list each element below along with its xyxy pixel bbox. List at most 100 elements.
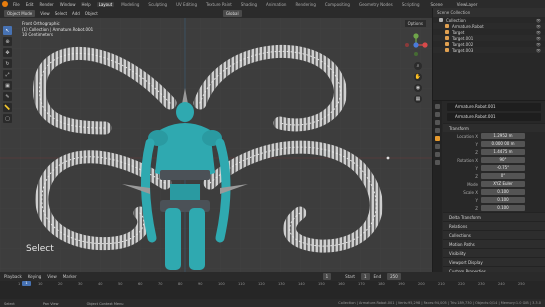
menu-view[interactable]: View (40, 11, 50, 16)
tool-tab-icon[interactable] (435, 104, 440, 109)
camera-icon[interactable]: ◉ (414, 84, 422, 92)
menu-playback[interactable]: Playback (4, 274, 22, 279)
empty-icon (445, 36, 449, 40)
empty-icon (445, 30, 449, 34)
object-name-field[interactable]: Armature.Robot.001 (447, 103, 541, 111)
mode-dropdown[interactable]: Object Mode (4, 9, 36, 17)
options-button[interactable]: Options (404, 20, 426, 27)
data-tab-icon[interactable] (435, 152, 440, 157)
menu-select[interactable]: Select (55, 11, 67, 16)
data-name-field[interactable]: Armature.Robot.001 (447, 113, 541, 121)
add-cube-tool-icon[interactable]: ▢ (3, 114, 12, 123)
visibility-icon[interactable]: 👁 (536, 48, 541, 53)
3d-viewport[interactable]: Object Mode View Select Add Object Globa… (0, 8, 432, 272)
tab-texture-paint[interactable]: Texture Paint (204, 2, 234, 7)
tab-shading[interactable]: Shading (239, 2, 259, 7)
location-y-field[interactable]: 0.000 00 m (481, 141, 525, 147)
orientation-dropdown[interactable]: Global (222, 9, 242, 17)
timeline-tick: 80 (178, 282, 183, 286)
timeline-ruler[interactable]: 1 10 20 30 40 50 60 70 80 90 100 110 120 130 140 150 160… (0, 281, 545, 299)
rotation-y-field[interactable]: -0.75° (481, 165, 525, 171)
status-select: Select (4, 301, 15, 306)
tab-sculpting[interactable]: Sculpting (146, 2, 169, 7)
visibility-icon[interactable]: 👁 (536, 30, 541, 35)
move-tool-icon[interactable]: ✥ (3, 48, 12, 57)
tool-bar: ↖ ⊕ ✥ ↻ ⤢ ▣ ✎ 📏 ▢ (3, 26, 13, 123)
menu-file[interactable]: File (13, 2, 20, 7)
timeline-header: Playback Keying View Marker 1 Start 1 En… (0, 272, 545, 280)
rotation-x-field[interactable]: 90° (481, 157, 525, 163)
scene-tab-icon[interactable] (435, 128, 440, 133)
current-frame-field[interactable]: 1 (322, 272, 332, 280)
scale-tool-icon[interactable]: ⤢ (3, 70, 12, 79)
viewport-scene[interactable] (0, 8, 432, 272)
menu-add[interactable]: Add (72, 11, 80, 16)
menu-window[interactable]: Window (60, 2, 76, 7)
location-z-field[interactable]: 1.4475 m (481, 149, 525, 155)
timeline-panel: Playback Keying View Marker 1 Start 1 En… (0, 272, 545, 300)
timeline-tick: 190 (398, 282, 405, 286)
rotation-mode-dropdown[interactable]: XYZ Euler (481, 181, 525, 187)
section-motion-paths[interactable]: Motion Paths (443, 239, 545, 248)
tab-animation[interactable]: Animation (264, 2, 288, 7)
visibility-icon[interactable]: 👁 (536, 42, 541, 47)
section-relations[interactable]: Relations (443, 221, 545, 230)
end-label: End (373, 273, 382, 279)
rotate-tool-icon[interactable]: ↻ (3, 59, 12, 68)
cursor-tool-icon[interactable]: ⊕ (3, 37, 12, 46)
tab-modeling[interactable]: Modeling (119, 2, 141, 7)
tab-compositing[interactable]: Compositing (323, 2, 352, 7)
section-collections[interactable]: Collections (443, 230, 545, 239)
menu-object[interactable]: Object (85, 11, 98, 16)
menu-help[interactable]: Help (81, 2, 90, 7)
pan-hand-icon[interactable]: ✋ (414, 73, 422, 81)
outliner-row[interactable]: Target.003 👁 (433, 47, 545, 53)
end-frame-field[interactable]: 250 (387, 272, 401, 280)
tab-scripting[interactable]: Scripting (400, 2, 422, 7)
view-layer-selector[interactable]: ViewLayer (457, 2, 478, 7)
visibility-icon[interactable]: 👁 (536, 36, 541, 41)
menu-timeline-view[interactable]: View (47, 274, 57, 279)
navigation-gizmo[interactable] (403, 32, 429, 58)
rotation-z-field[interactable]: 0° (481, 173, 525, 179)
object-tab-icon[interactable] (435, 136, 440, 141)
section-viewport-display[interactable]: Viewport Display (443, 257, 545, 266)
viewport-header: Object Mode View Select Add Object Globa… (0, 8, 432, 18)
output-tab-icon[interactable] (435, 120, 440, 125)
tab-uv-editing[interactable]: UV Editing (174, 2, 199, 7)
tab-layout[interactable]: Layout (96, 1, 115, 7)
location-x-field[interactable]: 1.2952 m (481, 133, 525, 139)
timeline-tick: 150 (318, 282, 325, 286)
playhead[interactable]: 1 (22, 281, 31, 286)
section-delta-transform[interactable]: Delta Transform (443, 212, 545, 221)
blender-logo-icon[interactable] (2, 1, 8, 7)
select-tool-icon[interactable]: ↖ (3, 26, 12, 35)
menu-edit[interactable]: Edit (26, 2, 34, 7)
constraint-tab-icon[interactable] (435, 144, 440, 149)
section-visibility[interactable]: Visibility (443, 248, 545, 257)
bone-tab-icon[interactable] (435, 160, 440, 165)
transform-section-header[interactable]: Transform (443, 123, 545, 132)
start-frame-field[interactable]: 1 (360, 272, 370, 280)
visibility-icon[interactable]: 👁 (536, 24, 541, 29)
tab-rendering[interactable]: Rendering (293, 2, 317, 7)
transform-tool-icon[interactable]: ▣ (3, 81, 12, 90)
menu-render[interactable]: Render (39, 2, 53, 7)
timeline-tick: 70 (158, 282, 163, 286)
menu-marker[interactable]: Marker (63, 274, 77, 279)
menu-keying[interactable]: Keying (28, 274, 41, 279)
visibility-icon[interactable]: 👁 (536, 18, 541, 23)
annotate-tool-icon[interactable]: ✎ (3, 92, 12, 101)
scale-x-row: Scale X 0.100 (443, 188, 545, 196)
scale-y-field[interactable]: 0.100 (481, 197, 525, 203)
scene-selector[interactable]: Scene (431, 2, 443, 7)
scale-x-field[interactable]: 0.100 (481, 189, 525, 195)
scale-z-field[interactable]: 0.100 (481, 205, 525, 211)
grid-icon[interactable]: ▦ (414, 95, 422, 103)
render-tab-icon[interactable] (435, 112, 440, 117)
measure-tool-icon[interactable]: 📏 (3, 103, 12, 112)
zoom-icon[interactable]: ⌕ (414, 62, 422, 70)
timeline-tick: 220 (458, 282, 465, 286)
empty-icon (445, 48, 449, 52)
tab-geometry-nodes[interactable]: Geometry Nodes (357, 2, 395, 7)
